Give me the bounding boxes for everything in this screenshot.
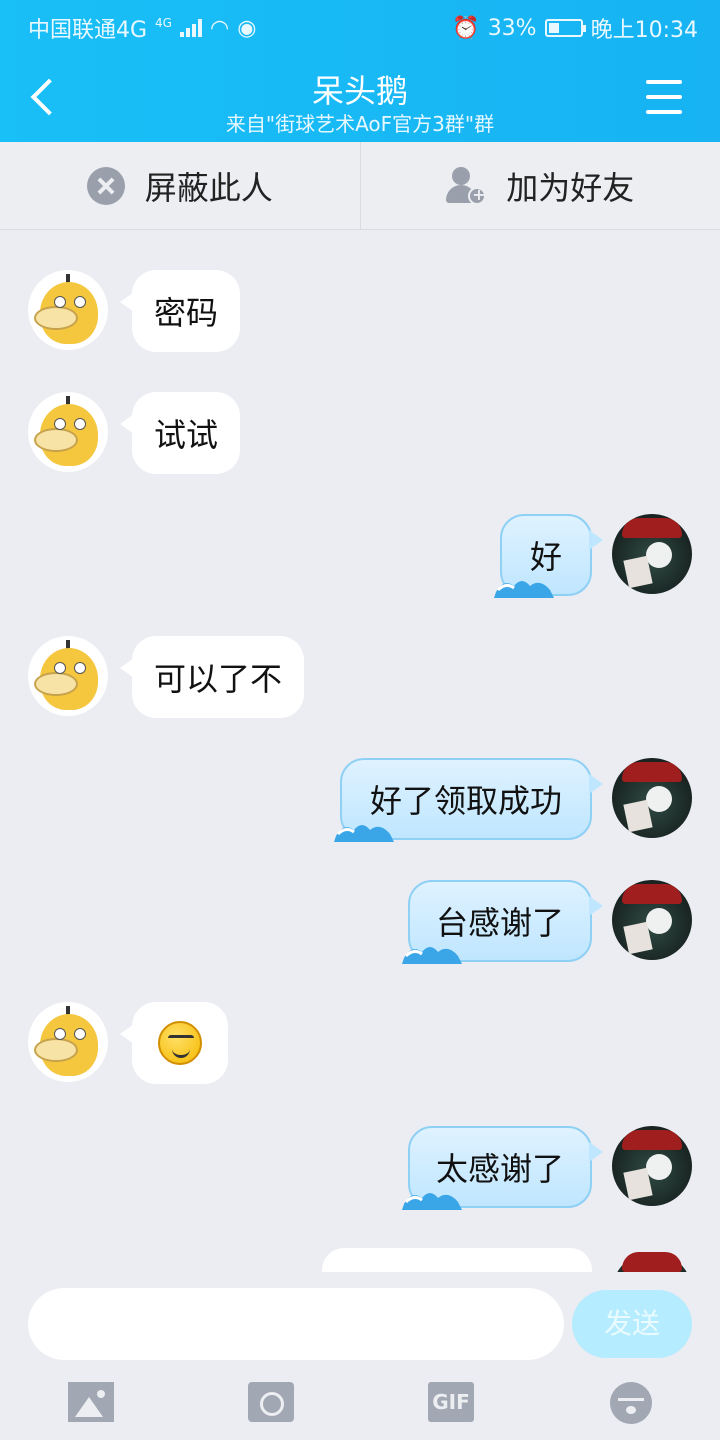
send-button[interactable]: 发送 bbox=[572, 1290, 692, 1358]
message-bubble[interactable]: 试试 bbox=[119, 392, 241, 474]
wechat-icon: ◉ bbox=[237, 15, 257, 41]
gif-button[interactable]: GIF bbox=[428, 1382, 474, 1422]
message-bubble[interactable] bbox=[120, 1002, 228, 1084]
sender-avatar[interactable] bbox=[28, 1002, 108, 1082]
alarm-icon: ⏰ bbox=[452, 15, 480, 41]
message-bubble[interactable]: 好了领取成功 bbox=[334, 758, 603, 842]
block-user-label: 屏蔽此人 bbox=[144, 168, 273, 207]
message-row: 台感谢了 bbox=[0, 880, 720, 964]
network-tag: 4G bbox=[155, 16, 172, 30]
my-avatar[interactable] bbox=[612, 880, 692, 960]
wave-decoration-icon bbox=[402, 1193, 462, 1210]
message-row: 好了领取成功 bbox=[0, 758, 720, 842]
sender-avatar[interactable] bbox=[28, 270, 108, 350]
my-avatar[interactable] bbox=[612, 758, 692, 838]
menu-button[interactable] bbox=[646, 80, 682, 114]
message-text: 好了领取成功 bbox=[369, 782, 562, 820]
message-bubble[interactable]: 密码 bbox=[119, 270, 241, 352]
stranger-actions: 屏蔽此人 加为好友 bbox=[0, 142, 720, 230]
emoji-icon[interactable] bbox=[610, 1382, 652, 1424]
battery-percent: 33% bbox=[487, 15, 537, 41]
sender-avatar[interactable] bbox=[28, 636, 108, 716]
message-bubble[interactable]: 好 bbox=[494, 514, 603, 598]
block-user-button[interactable]: 屏蔽此人 bbox=[0, 142, 360, 229]
add-friend-icon bbox=[446, 166, 487, 205]
block-icon bbox=[86, 166, 125, 205]
my-avatar-partial[interactable] bbox=[612, 1248, 692, 1272]
title-bar: 中国联通4G 4G ◠ ◉ ⏰ 33% 晚上10:34 呆头鹅 来自"街球艺术A… bbox=[0, 0, 720, 142]
wave-decoration-icon bbox=[402, 947, 462, 964]
add-friend-button[interactable]: 加为好友 bbox=[359, 142, 720, 229]
message-bubble[interactable]: 太感谢了 bbox=[402, 1126, 603, 1210]
camera-icon[interactable] bbox=[248, 1382, 294, 1422]
status-bar: 中国联通4G 4G ◠ ◉ ⏰ 33% 晚上10:34 bbox=[0, 0, 720, 52]
message-input[interactable] bbox=[28, 1288, 564, 1360]
message-row: 好 bbox=[0, 514, 720, 598]
message-bubble[interactable]: 台感谢了 bbox=[402, 880, 603, 964]
smile-emoji-icon bbox=[158, 1021, 202, 1065]
wave-decoration-icon bbox=[494, 581, 554, 598]
clock: 晚上10:34 bbox=[590, 18, 698, 43]
my-avatar[interactable] bbox=[612, 1126, 692, 1206]
sender-avatar[interactable] bbox=[28, 392, 108, 472]
signal-icon bbox=[179, 19, 202, 37]
battery-icon bbox=[544, 19, 586, 37]
my-avatar[interactable] bbox=[612, 514, 692, 594]
wave-decoration-icon bbox=[334, 825, 394, 842]
message-row: 太感谢了 bbox=[0, 1126, 720, 1210]
add-friend-label: 加为好友 bbox=[506, 168, 635, 207]
chat-title: 呆头鹅 bbox=[311, 72, 408, 110]
image-icon[interactable] bbox=[68, 1382, 114, 1422]
chat-subtitle: 来自"街球艺术AoF官方3群"群 bbox=[225, 112, 495, 136]
wifi-icon: ◠ bbox=[209, 15, 230, 41]
message-bubble[interactable]: 可以了不 bbox=[119, 636, 305, 718]
carrier-label: 中国联通4G bbox=[28, 18, 148, 43]
